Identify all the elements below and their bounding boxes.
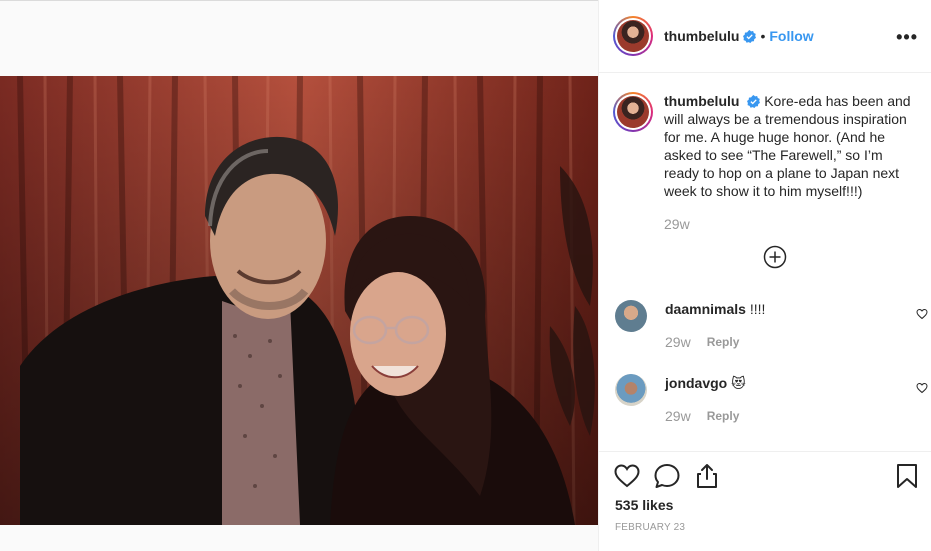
like-count[interactable]: 535 likes (615, 497, 673, 513)
heart-outline-icon[interactable] (613, 462, 641, 490)
caption-timestamp[interactable]: 29w (664, 216, 914, 232)
comment-text: !!!! (749, 301, 766, 317)
commenter-avatar[interactable] (615, 300, 647, 332)
commenter-username[interactable]: jondavgo (665, 375, 727, 391)
post-photo[interactable] (0, 76, 598, 525)
post-side-panel: thumbelulu • Follow ••• thumbelulu Kore-… (598, 0, 931, 551)
bookmark-icon[interactable] (893, 462, 921, 490)
more-options-icon[interactable]: ••• (896, 27, 918, 48)
caption-text-block: thumbelulu Kore-eda has been and will al… (664, 92, 914, 200)
comment-like-heart-icon[interactable] (916, 308, 928, 320)
comment-item: daamnimals !!!! 29w Reply (615, 300, 928, 350)
caption-avatar[interactable] (613, 92, 653, 132)
actions-divider (599, 451, 931, 452)
post-date[interactable]: FEBRUARY 23 (615, 522, 685, 533)
author-username[interactable]: thumbelulu (664, 28, 739, 44)
plus-circle-icon[interactable] (763, 245, 787, 269)
commenter-username[interactable]: daamnimals (665, 301, 746, 317)
comment-item: jondavgo 😻 29w Reply (615, 374, 928, 424)
post-actions (613, 462, 918, 490)
comment-like-heart-icon[interactable] (916, 382, 928, 394)
header-separator: • (760, 28, 766, 44)
caption-verified-badge-icon (747, 95, 761, 108)
verified-badge-icon (743, 29, 757, 43)
speech-bubble-icon[interactable] (653, 462, 681, 490)
reply-button[interactable]: Reply (707, 335, 740, 349)
comment-timestamp[interactable]: 29w (665, 408, 691, 424)
caption-username[interactable]: thumbelulu (664, 93, 739, 109)
post-header: thumbelulu • Follow ••• (599, 0, 931, 73)
follow-button[interactable]: Follow (769, 28, 813, 44)
instagram-post-page: thumbelulu • Follow ••• thumbelulu Kore-… (0, 0, 931, 551)
post-caption: thumbelulu Kore-eda has been and will al… (613, 92, 918, 232)
commenter-avatar[interactable] (615, 374, 647, 406)
comment-timestamp[interactable]: 29w (665, 334, 691, 350)
share-icon[interactable] (693, 462, 721, 490)
reply-button[interactable]: Reply (707, 409, 740, 423)
comment-text: 😻 (731, 375, 746, 391)
author-avatar[interactable] (613, 16, 653, 56)
